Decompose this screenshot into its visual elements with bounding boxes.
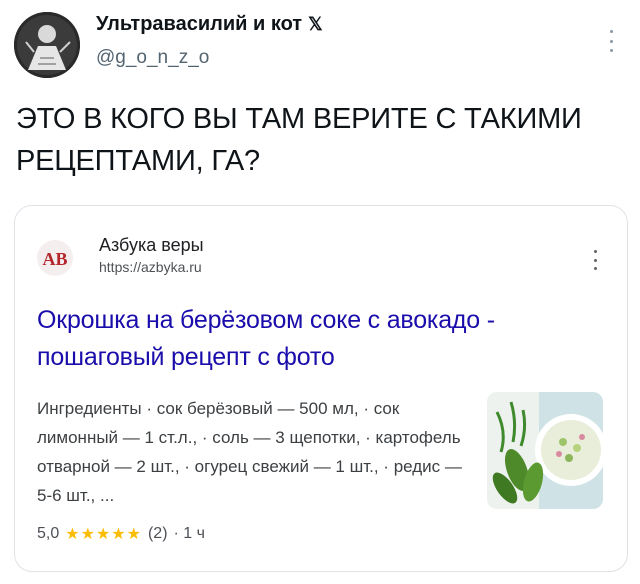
- display-name-text[interactable]: Ультравасилий и кот: [96, 13, 302, 36]
- more-options-icon[interactable]: [606, 30, 616, 52]
- result-snippet: Ингредиенты · сок берёзовый — 500 мл, · …: [37, 399, 462, 505]
- rating-stars-icon: ★★★★★: [65, 526, 142, 543]
- result-title-link[interactable]: Окрошка на берёзовом соке с авокадо - по…: [37, 302, 617, 376]
- rating-count: (2): [147, 525, 168, 542]
- result-options-icon[interactable]: [591, 250, 599, 270]
- author-name[interactable]: Ультравасилий и кот 𝕏: [96, 13, 323, 36]
- rating-row: 5,0 ★★★★★ (2) · 1 ч: [37, 524, 205, 544]
- avatar[interactable]: [14, 12, 80, 78]
- recipe-thumbnail[interactable]: [487, 392, 603, 509]
- result-age: · 1 ч: [173, 525, 205, 542]
- svg-text:АВ: АВ: [42, 249, 67, 269]
- tweet-text: ЭТО В КОГО ВЫ ТАМ ВЕРИТЕ С ТАКИМИ РЕЦЕПТ…: [16, 103, 582, 177]
- search-result-card[interactable]: АВ Азбука веры https://azbyka.ru Окрошка…: [14, 205, 628, 572]
- site-url[interactable]: https://azbyka.ru: [99, 259, 202, 275]
- author-handle[interactable]: @g_o_n_z_o: [96, 47, 209, 69]
- site-logo-icon: АВ: [37, 240, 73, 276]
- x-logo-icon: 𝕏: [308, 14, 323, 34]
- site-name: Азбука веры: [99, 235, 204, 255]
- rating-value: 5,0: [37, 525, 60, 542]
